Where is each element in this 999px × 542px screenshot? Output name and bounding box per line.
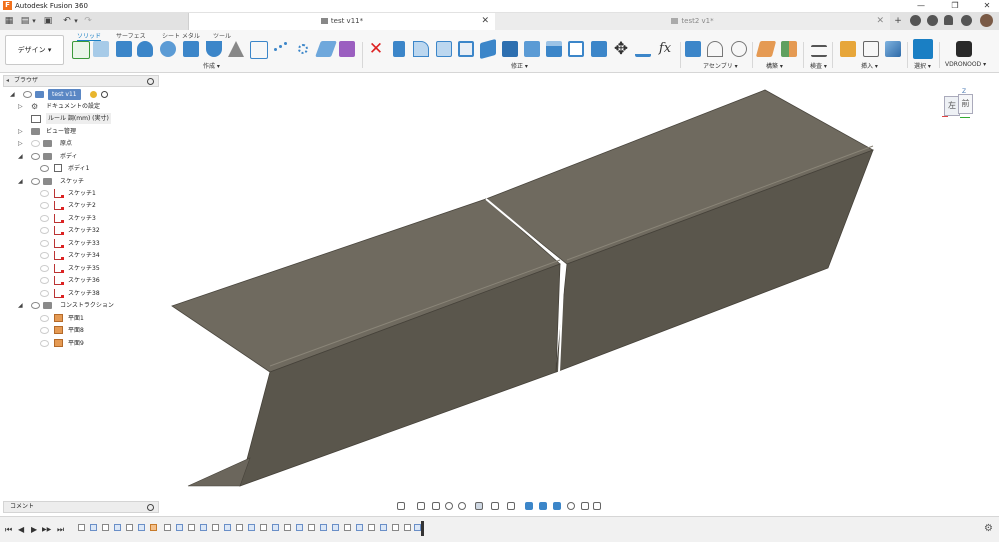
timeline-feature[interactable] [126, 524, 133, 531]
timeline-feature[interactable] [320, 524, 327, 531]
timeline-feature[interactable] [392, 524, 399, 531]
comments-title: コメント [10, 503, 35, 510]
wireframe-icon[interactable] [581, 502, 589, 510]
viewcube-front-face[interactable]: 前 [958, 94, 973, 114]
shaded-mode-icon[interactable] [525, 502, 533, 510]
timeline-feature[interactable] [272, 524, 279, 531]
timeline-feature[interactable] [212, 524, 219, 531]
viewports-icon[interactable] [507, 502, 515, 510]
viewcube[interactable]: Z 左 前 [940, 88, 974, 124]
x-axis-line [942, 116, 948, 117]
timeline-feature[interactable] [284, 524, 291, 531]
timeline-feature[interactable] [296, 524, 303, 531]
orbit-icon[interactable] [397, 502, 405, 510]
timeline-settings-gear-icon[interactable]: ⚙ [984, 523, 993, 534]
pan-hand-icon[interactable] [432, 502, 440, 510]
timeline-feature[interactable] [176, 524, 183, 531]
timeline-feature[interactable] [90, 524, 97, 531]
timeline-feature[interactable] [102, 524, 109, 531]
design-timeline: ⏮ ◀ ▶ ▶▶ ⏭ ⚙ [0, 516, 999, 542]
timeline-feature[interactable] [114, 524, 121, 531]
timeline-feature[interactable] [200, 524, 207, 531]
timeline-feature[interactable] [188, 524, 195, 531]
timeline-feature[interactable] [404, 524, 411, 531]
timeline-feature[interactable] [164, 524, 171, 531]
timeline-feature[interactable] [260, 524, 267, 531]
timeline-feature[interactable] [150, 524, 157, 531]
timeline-feature[interactable] [344, 524, 351, 531]
go-to-end-icon[interactable]: ⏭ [57, 525, 64, 535]
comments-panel-header[interactable]: コメント [3, 501, 159, 513]
visual-style-icon[interactable] [567, 502, 575, 510]
timeline-feature[interactable] [414, 524, 421, 531]
timeline-marker[interactable] [421, 521, 424, 536]
timeline-feature[interactable] [368, 524, 375, 531]
navigation-toolbar [395, 500, 605, 513]
timeline-feature[interactable] [224, 524, 231, 531]
bottom-lip [187, 457, 251, 487]
look-at-icon[interactable] [417, 502, 425, 510]
display-settings-icon[interactable] [475, 502, 483, 510]
timeline-feature[interactable] [380, 524, 387, 531]
timeline-feature[interactable] [236, 524, 243, 531]
timeline-feature[interactable] [138, 524, 145, 531]
timeline-feature[interactable] [308, 524, 315, 531]
fit-icon[interactable] [458, 502, 466, 510]
grid-settings-icon[interactable] [491, 502, 499, 510]
timeline-feature[interactable] [78, 524, 85, 531]
hidden-edges-icon[interactable] [553, 502, 561, 510]
environment-icon[interactable] [593, 502, 601, 510]
zoom-icon[interactable] [445, 502, 453, 510]
step-back-icon[interactable]: ◀ [18, 525, 24, 534]
timeline-feature[interactable] [356, 524, 363, 531]
shaded-edges-icon[interactable] [539, 502, 547, 510]
y-axis-line [960, 117, 970, 118]
timeline-feature[interactable] [248, 524, 255, 531]
pin-panel-icon[interactable] [147, 504, 154, 511]
step-forward-icon[interactable]: ▶▶ [42, 526, 51, 533]
play-icon[interactable]: ▶ [31, 525, 37, 534]
timeline-feature[interactable] [332, 524, 339, 531]
viewport-3d-model[interactable] [0, 0, 999, 541]
go-to-start-icon[interactable]: ⏮ [5, 525, 12, 535]
